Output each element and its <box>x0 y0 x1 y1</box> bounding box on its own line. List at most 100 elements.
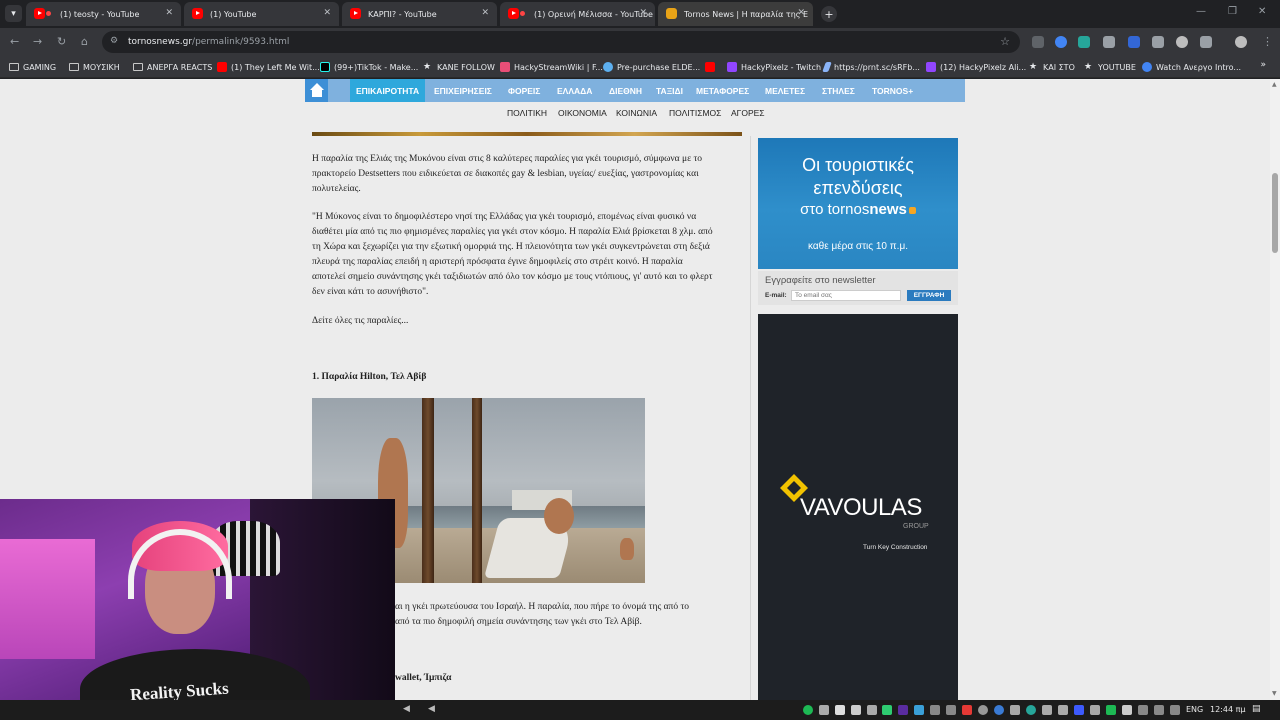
tray-icon[interactable] <box>914 705 924 715</box>
nav-item-diethni[interactable]: ΔΙΕΘΝΗ <box>603 79 648 102</box>
tray-icon[interactable] <box>994 705 1004 715</box>
nav-item-stiles[interactable]: ΣΤΗΛΕΣ <box>816 79 861 102</box>
tray-icon[interactable] <box>851 705 861 715</box>
notification-icon[interactable]: ▤ <box>1252 704 1261 714</box>
newsletter-submit-button[interactable]: ΕΓΓΡΑΦΗ <box>907 290 951 301</box>
browser-tab-active[interactable]: Tornos News | Η παραλία της Ε ✕ <box>658 2 813 26</box>
subnav-item-politismos[interactable]: ΠΟΛΙΤΙΣΜΟΣ <box>669 108 721 118</box>
extension-icon[interactable] <box>1078 36 1090 48</box>
site-info-icon[interactable]: ⚙ <box>110 36 121 47</box>
browser-tab[interactable]: (1) teosty - YouTube ✕ <box>26 2 181 26</box>
scroll-up-icon[interactable]: ▲ <box>1272 81 1277 88</box>
subnav-item-koinonia[interactable]: ΚΟΙΝΩΝΙΑ <box>616 108 657 118</box>
reload-icon[interactable]: ↻ <box>57 35 66 48</box>
subnav-item-politiki[interactable]: ΠΟΛΙΤΙΚΗ <box>507 108 547 118</box>
scrollbar-thumb[interactable] <box>1272 173 1278 253</box>
nav-item-foreis[interactable]: ΦΟΡΕΙΣ <box>502 79 546 102</box>
tray-icon[interactable] <box>898 705 908 715</box>
page-scrollbar[interactable]: ▲ ▼ <box>1270 79 1280 700</box>
input-language[interactable]: ENG <box>1186 705 1203 714</box>
forward-icon[interactable]: → <box>33 35 42 48</box>
browser-tab[interactable]: ΚΑΡΠΙ? - YouTube ✕ <box>342 2 497 26</box>
minimize-icon[interactable]: — <box>1196 6 1206 17</box>
close-icon[interactable]: ✕ <box>323 8 331 18</box>
bookmark-item[interactable]: GAMING <box>9 60 56 74</box>
browser-tab[interactable]: (1) Ορεινή Μέλισσα - YouTube ✕ <box>500 2 655 26</box>
more-menu-icon[interactable]: ⋮ <box>1262 35 1273 48</box>
bookmark-item[interactable]: https://prnt.sc/sRFb... <box>822 60 920 74</box>
tray-icon[interactable] <box>978 705 988 715</box>
subnav-item-agores[interactable]: ΑΓΟΡΕΣ <box>731 108 765 118</box>
vavoulas-ad[interactable]: VAVOULAS GROUP Turn Key Construction <box>758 314 958 700</box>
nav-item-metafores[interactable]: ΜΕΤΑΦΟΡΕΣ <box>690 79 755 102</box>
bookmark-item[interactable]: ★ YOUTUBE <box>1084 60 1136 74</box>
address-bar[interactable]: ⚙ tornosnews.gr/permalink/9593.html ☆ <box>102 31 1020 53</box>
tray-icon[interactable] <box>962 705 972 715</box>
tray-icon[interactable] <box>1074 705 1084 715</box>
close-icon[interactable]: ✕ <box>639 8 647 18</box>
tray-icon[interactable] <box>882 705 892 715</box>
tray-icon[interactable] <box>1122 705 1132 715</box>
tray-icon[interactable] <box>1106 705 1116 715</box>
speaker-icon[interactable]: ◀ <box>428 704 435 714</box>
maximize-icon[interactable]: ❐ <box>1228 6 1237 17</box>
battery-icon[interactable] <box>1170 705 1180 715</box>
newsletter-email-input[interactable] <box>791 290 901 301</box>
bookmark-item[interactable]: (99+)TikTok - Make... <box>320 60 418 74</box>
scroll-down-icon[interactable]: ▼ <box>1272 690 1277 697</box>
home-icon[interactable] <box>305 79 328 102</box>
back-icon[interactable]: ← <box>10 35 19 48</box>
extension-icon[interactable] <box>1128 36 1140 48</box>
volume-icon[interactable] <box>1154 705 1164 715</box>
tray-icon[interactable] <box>946 705 956 715</box>
bookmark-item[interactable]: (12) HackyPixelz Ali... <box>926 60 1026 74</box>
home-icon[interactable]: ⌂ <box>81 35 88 48</box>
bookmark-item[interactable] <box>705 60 719 74</box>
wifi-icon[interactable] <box>1138 705 1148 715</box>
bookmark-item[interactable]: ΑΝΕΡΓΑ REACTS <box>133 60 212 74</box>
browser-tab[interactable]: (1) YouTube ✕ <box>184 2 339 26</box>
profile-avatar[interactable] <box>1235 36 1247 48</box>
bookmark-item[interactable]: ★ ΚΑΙ ΣΤΟ <box>1029 60 1075 74</box>
tray-icon[interactable] <box>1010 705 1020 715</box>
extension-icon[interactable] <box>1152 36 1164 48</box>
extension-icon[interactable] <box>1176 36 1188 48</box>
close-icon[interactable]: ✕ <box>481 8 489 18</box>
extension-icon[interactable] <box>1103 36 1115 48</box>
tray-icon[interactable] <box>1058 705 1068 715</box>
close-icon[interactable]: ✕ <box>165 8 173 18</box>
bookmark-item[interactable]: Watch Ανεργο Intro... <box>1142 60 1241 74</box>
nav-item-epikairotita[interactable]: ΕΠΙΚΑΙΡΟΤΗΤΑ <box>350 79 426 102</box>
tray-icon[interactable] <box>1026 705 1036 715</box>
see-all-beaches-link[interactable]: Δείτε όλες τις παραλίες... <box>312 314 744 329</box>
bookmark-item[interactable]: HackyPixelz - Twitch <box>727 60 821 74</box>
tray-icon[interactable] <box>835 705 845 715</box>
bookmark-item[interactable]: HackyStreamWiki | F... <box>500 60 603 74</box>
close-window-icon[interactable]: ✕ <box>1258 6 1266 17</box>
extension-icon[interactable] <box>1055 36 1067 48</box>
nav-item-epixeiriseis[interactable]: ΕΠΙΧΕΙΡΗΣΕΙΣ <box>428 79 498 102</box>
bookmark-item[interactable]: (1) They Left Me Wit... <box>217 60 320 74</box>
extension-icon[interactable] <box>1032 36 1044 48</box>
tornos-newsletter-ad[interactable]: Οι τουριστικές επενδύσεις στο tornosnews… <box>758 138 958 269</box>
nav-item-taxidi[interactable]: ΤΑΞΙΔΙ <box>650 79 689 102</box>
tray-icon[interactable] <box>1090 705 1100 715</box>
tray-icon[interactable] <box>819 705 829 715</box>
extensions-puzzle-icon[interactable] <box>1200 36 1212 48</box>
tray-icon[interactable] <box>1042 705 1052 715</box>
subnav-item-oikonomia[interactable]: ΟΙΚΟΝΟΜΙΑ <box>558 108 607 118</box>
tray-icon[interactable] <box>867 705 877 715</box>
bookmark-item[interactable]: Pre-purchase ELDE... <box>603 60 700 74</box>
bookmarks-overflow-icon[interactable]: » <box>1260 60 1266 70</box>
tab-search-icon[interactable]: ▾ <box>5 5 22 22</box>
speaker-icon[interactable]: ◀ <box>403 704 410 714</box>
nav-item-tornos-plus[interactable]: TORNOS+ <box>866 79 919 102</box>
taskbar-clock[interactable]: 12:44 πμ <box>1210 705 1246 714</box>
bookmark-star-icon[interactable]: ☆ <box>1000 35 1010 48</box>
new-tab-button[interactable]: + <box>821 6 837 22</box>
nav-item-meletes[interactable]: ΜΕΛΕΤΕΣ <box>759 79 811 102</box>
nav-item-ellada[interactable]: ΕΛΛΑΔΑ <box>551 79 598 102</box>
tray-icon[interactable] <box>930 705 940 715</box>
bookmark-item[interactable]: ΜΟΥΣΙΚΗ <box>69 60 120 74</box>
bookmark-item[interactable]: ★ KANE FOLLOW <box>423 60 495 74</box>
